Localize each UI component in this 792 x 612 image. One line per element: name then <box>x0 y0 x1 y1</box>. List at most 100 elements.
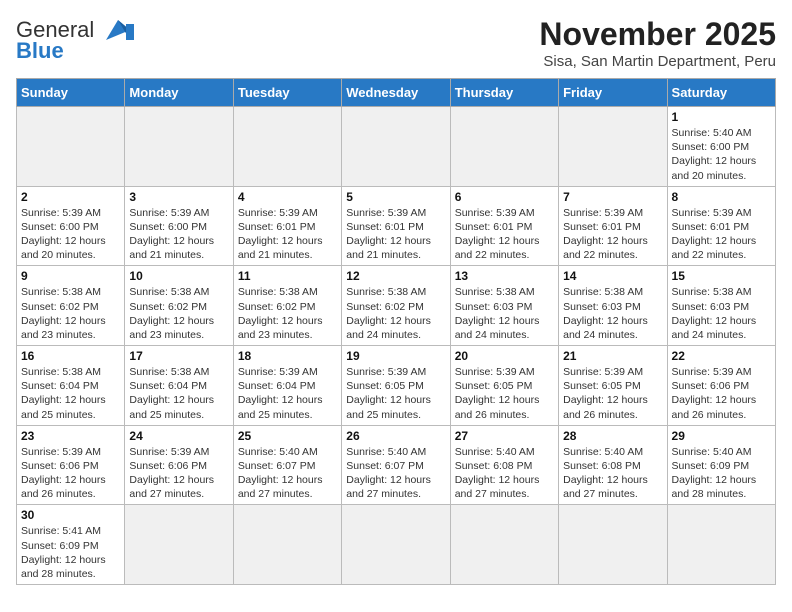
day-number: 1 <box>672 110 771 124</box>
calendar-day-cell: 7Sunrise: 5:39 AM Sunset: 6:01 PM Daylig… <box>559 186 667 266</box>
weekday-header-cell: Saturday <box>667 79 775 107</box>
day-number: 24 <box>129 429 228 443</box>
day-info: Sunrise: 5:39 AM Sunset: 6:01 PM Dayligh… <box>238 206 337 263</box>
day-number: 30 <box>21 508 120 522</box>
day-info: Sunrise: 5:39 AM Sunset: 6:01 PM Dayligh… <box>672 206 771 263</box>
calendar-day-cell: 9 Sunrise: 5:38 AM Sunset: 6:02 PM Daylig… <box>17 266 125 346</box>
calendar-day-cell <box>667 505 775 585</box>
calendar-table: SundayMondayTuesdayWednesdayThursdayFrid… <box>16 78 776 585</box>
day-info: Sunrise: 5:38 AM Sunset: 6:04 PM Dayligh… <box>129 365 228 422</box>
day-info: Sunrise: 5:39 AM Sunset: 6:06 PM Dayligh… <box>129 445 228 502</box>
calendar-day-cell: 4 Sunrise: 5:39 AM Sunset: 6:01 PM Daylig… <box>233 186 341 266</box>
day-number: 8 <box>672 190 771 204</box>
day-number: 19 <box>346 349 445 363</box>
calendar-day-cell: 2Sunrise: 5:39 AM Sunset: 6:00 PM Daylig… <box>17 186 125 266</box>
title-block: November 2025 Sisa, San Martin Departmen… <box>539 16 776 70</box>
calendar-day-cell: 6 Sunrise: 5:39 AM Sunset: 6:01 PM Daylig… <box>450 186 558 266</box>
calendar-day-cell: 3 Sunrise: 5:39 AM Sunset: 6:00 PM Daylig… <box>125 186 233 266</box>
weekday-header-cell: Wednesday <box>342 79 450 107</box>
calendar-day-cell <box>450 107 558 187</box>
weekday-header-cell: Friday <box>559 79 667 107</box>
day-number: 22 <box>672 349 771 363</box>
calendar-week-row: 30 Sunrise: 5:41 AM Sunset: 6:09 PM Dayli… <box>17 505 776 585</box>
day-info: Sunrise: 5:40 AM Sunset: 6:07 PM Dayligh… <box>238 445 337 502</box>
day-info: Sunrise: 5:38 AM Sunset: 6:02 PM Dayligh… <box>346 285 445 342</box>
page-header: General Blue November 2025 Sisa, San Mar… <box>16 16 776 70</box>
calendar-day-cell: 27 Sunrise: 5:40 AM Sunset: 6:08 PM Dayli… <box>450 425 558 505</box>
day-info: Sunrise: 5:38 AM Sunset: 6:02 PM Dayligh… <box>21 285 120 342</box>
day-info: Sunrise: 5:39 AM Sunset: 6:01 PM Dayligh… <box>563 206 662 263</box>
weekday-header-cell: Monday <box>125 79 233 107</box>
day-number: 16 <box>21 349 120 363</box>
day-info: Sunrise: 5:38 AM Sunset: 6:03 PM Dayligh… <box>672 285 771 342</box>
calendar-day-cell: 30 Sunrise: 5:41 AM Sunset: 6:09 PM Dayli… <box>17 505 125 585</box>
day-info: Sunrise: 5:39 AM Sunset: 6:00 PM Dayligh… <box>129 206 228 263</box>
day-info: Sunrise: 5:39 AM Sunset: 6:05 PM Dayligh… <box>455 365 554 422</box>
calendar-day-cell: 13 Sunrise: 5:38 AM Sunset: 6:03 PM Dayli… <box>450 266 558 346</box>
calendar-day-cell: 26 Sunrise: 5:40 AM Sunset: 6:07 PM Dayli… <box>342 425 450 505</box>
day-info: Sunrise: 5:39 AM Sunset: 6:05 PM Dayligh… <box>346 365 445 422</box>
day-number: 20 <box>455 349 554 363</box>
day-number: 9 <box>21 269 120 283</box>
calendar-day-cell: 1 Sunrise: 5:40 AM Sunset: 6:00 PM Daylig… <box>667 107 775 187</box>
calendar-day-cell: 10Sunrise: 5:38 AM Sunset: 6:02 PM Dayli… <box>125 266 233 346</box>
day-info: Sunrise: 5:38 AM Sunset: 6:03 PM Dayligh… <box>455 285 554 342</box>
day-info: Sunrise: 5:40 AM Sunset: 6:09 PM Dayligh… <box>672 445 771 502</box>
day-number: 17 <box>129 349 228 363</box>
calendar-day-cell <box>125 505 233 585</box>
calendar-day-cell: 15 Sunrise: 5:38 AM Sunset: 6:03 PM Dayli… <box>667 266 775 346</box>
day-number: 2 <box>21 190 120 204</box>
day-number: 26 <box>346 429 445 443</box>
calendar-day-cell: 12 Sunrise: 5:38 AM Sunset: 6:02 PM Dayli… <box>342 266 450 346</box>
day-number: 6 <box>455 190 554 204</box>
calendar-day-cell <box>559 107 667 187</box>
day-number: 27 <box>455 429 554 443</box>
day-info: Sunrise: 5:39 AM Sunset: 6:01 PM Dayligh… <box>455 206 554 263</box>
calendar-day-cell: 19 Sunrise: 5:39 AM Sunset: 6:05 PM Dayli… <box>342 346 450 426</box>
calendar-week-row: 1 Sunrise: 5:40 AM Sunset: 6:00 PM Daylig… <box>17 107 776 187</box>
calendar-day-cell: 8 Sunrise: 5:39 AM Sunset: 6:01 PM Daylig… <box>667 186 775 266</box>
calendar-day-cell <box>233 505 341 585</box>
day-info: Sunrise: 5:39 AM Sunset: 6:01 PM Dayligh… <box>346 206 445 263</box>
calendar-day-cell <box>342 107 450 187</box>
day-number: 12 <box>346 269 445 283</box>
calendar-day-cell: 29Sunrise: 5:40 AM Sunset: 6:09 PM Dayli… <box>667 425 775 505</box>
day-number: 15 <box>672 269 771 283</box>
weekday-header-row: SundayMondayTuesdayWednesdayThursdayFrid… <box>17 79 776 107</box>
day-number: 21 <box>563 349 662 363</box>
calendar-day-cell <box>17 107 125 187</box>
calendar-day-cell: 11 Sunrise: 5:38 AM Sunset: 6:02 PM Dayli… <box>233 266 341 346</box>
day-number: 18 <box>238 349 337 363</box>
day-number: 25 <box>238 429 337 443</box>
day-info: Sunrise: 5:38 AM Sunset: 6:02 PM Dayligh… <box>238 285 337 342</box>
calendar-day-cell: 22 Sunrise: 5:39 AM Sunset: 6:06 PM Dayli… <box>667 346 775 426</box>
day-number: 11 <box>238 269 337 283</box>
day-info: Sunrise: 5:39 AM Sunset: 6:06 PM Dayligh… <box>672 365 771 422</box>
calendar-day-cell <box>125 107 233 187</box>
day-number: 3 <box>129 190 228 204</box>
day-info: Sunrise: 5:40 AM Sunset: 6:08 PM Dayligh… <box>563 445 662 502</box>
calendar-day-cell <box>450 505 558 585</box>
day-number: 13 <box>455 269 554 283</box>
day-info: Sunrise: 5:41 AM Sunset: 6:09 PM Dayligh… <box>21 524 120 581</box>
day-info: Sunrise: 5:40 AM Sunset: 6:07 PM Dayligh… <box>346 445 445 502</box>
day-number: 5 <box>346 190 445 204</box>
calendar-day-cell: 21 Sunrise: 5:39 AM Sunset: 6:05 PM Dayli… <box>559 346 667 426</box>
weekday-header-cell: Tuesday <box>233 79 341 107</box>
day-info: Sunrise: 5:38 AM Sunset: 6:04 PM Dayligh… <box>21 365 120 422</box>
logo: General Blue <box>16 16 136 64</box>
calendar-day-cell: 18Sunrise: 5:39 AM Sunset: 6:04 PM Dayli… <box>233 346 341 426</box>
day-number: 28 <box>563 429 662 443</box>
day-number: 10 <box>129 269 228 283</box>
calendar-day-cell <box>233 107 341 187</box>
day-number: 23 <box>21 429 120 443</box>
calendar-day-cell: 28 Sunrise: 5:40 AM Sunset: 6:08 PM Dayli… <box>559 425 667 505</box>
day-info: Sunrise: 5:39 AM Sunset: 6:05 PM Dayligh… <box>563 365 662 422</box>
calendar-week-row: 23 Sunrise: 5:39 AM Sunset: 6:06 PM Dayli… <box>17 425 776 505</box>
logo-blue-text: Blue <box>16 38 64 64</box>
day-info: Sunrise: 5:40 AM Sunset: 6:00 PM Dayligh… <box>672 126 771 183</box>
day-number: 4 <box>238 190 337 204</box>
calendar-day-cell: 17 Sunrise: 5:38 AM Sunset: 6:04 PM Dayli… <box>125 346 233 426</box>
logo-icon <box>98 16 136 44</box>
day-info: Sunrise: 5:40 AM Sunset: 6:08 PM Dayligh… <box>455 445 554 502</box>
